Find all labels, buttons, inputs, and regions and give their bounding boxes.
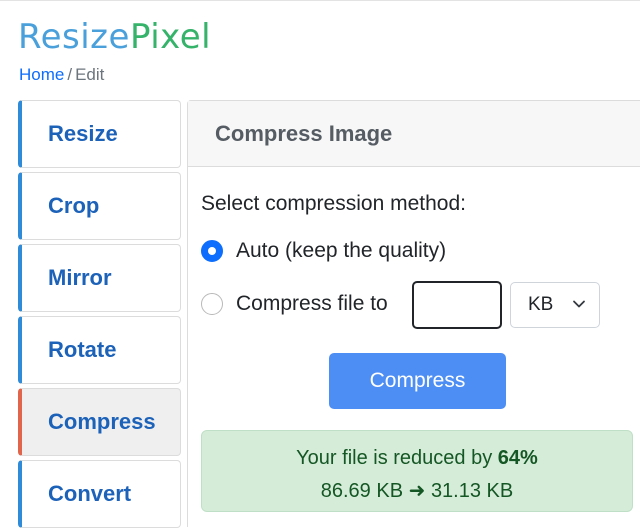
- compress-panel: Compress Image Select compression method…: [187, 100, 640, 527]
- radio-auto[interactable]: [201, 240, 223, 262]
- sidebar-item-resize[interactable]: Resize: [18, 100, 181, 168]
- radio-compress-to[interactable]: [201, 293, 223, 315]
- sidebar-item-rotate[interactable]: Rotate: [18, 316, 181, 384]
- breadcrumb-home-link[interactable]: Home: [19, 65, 64, 84]
- chevron-down-icon: [573, 300, 585, 308]
- arrow-right-icon: ➜: [408, 480, 426, 502]
- result-line-2: 86.69 KB ➜ 31.13 KB: [202, 478, 632, 504]
- target-size-input[interactable]: [412, 281, 502, 329]
- sidebar-item-compress[interactable]: Compress: [18, 388, 181, 456]
- breadcrumb-current: Edit: [75, 65, 105, 84]
- logo-part-pixel: Pixel: [129, 17, 212, 57]
- sidebar-item-convert[interactable]: Convert: [18, 460, 181, 528]
- method-label: Select compression method:: [201, 192, 466, 215]
- unit-select-value: KB: [528, 294, 554, 315]
- unit-select[interactable]: KB: [510, 282, 600, 328]
- option-auto[interactable]: Auto (keep the quality): [201, 239, 446, 263]
- top-divider: [0, 0, 640, 1]
- logo-part-resize: Resize: [18, 17, 130, 57]
- result-original-size: 86.69 KB: [320, 480, 404, 502]
- result-alert: Your file is reduced by 64% 86.69 KB ➜ 3…: [201, 430, 633, 512]
- panel-title: Compress Image: [188, 101, 640, 167]
- result-compressed-size: 31.13 KB: [430, 480, 514, 502]
- option-compress-to[interactable]: Compress file to: [201, 292, 388, 316]
- breadcrumb: Home / Edit: [19, 64, 104, 86]
- option-auto-label: Auto (keep the quality): [236, 239, 447, 262]
- compress-button[interactable]: Compress: [329, 353, 506, 409]
- result-line-1: Your file is reduced by 64%: [202, 445, 632, 471]
- sidebar-item-crop[interactable]: Crop: [18, 172, 181, 240]
- result-prefix: Your file is reduced by: [296, 447, 493, 469]
- sidebar-item-mirror[interactable]: Mirror: [18, 244, 181, 312]
- logo[interactable]: ResizePixel: [18, 14, 211, 60]
- result-percent: 64%: [497, 447, 538, 469]
- option-compress-to-label: Compress file to: [236, 292, 388, 315]
- breadcrumb-separator: /: [67, 65, 73, 84]
